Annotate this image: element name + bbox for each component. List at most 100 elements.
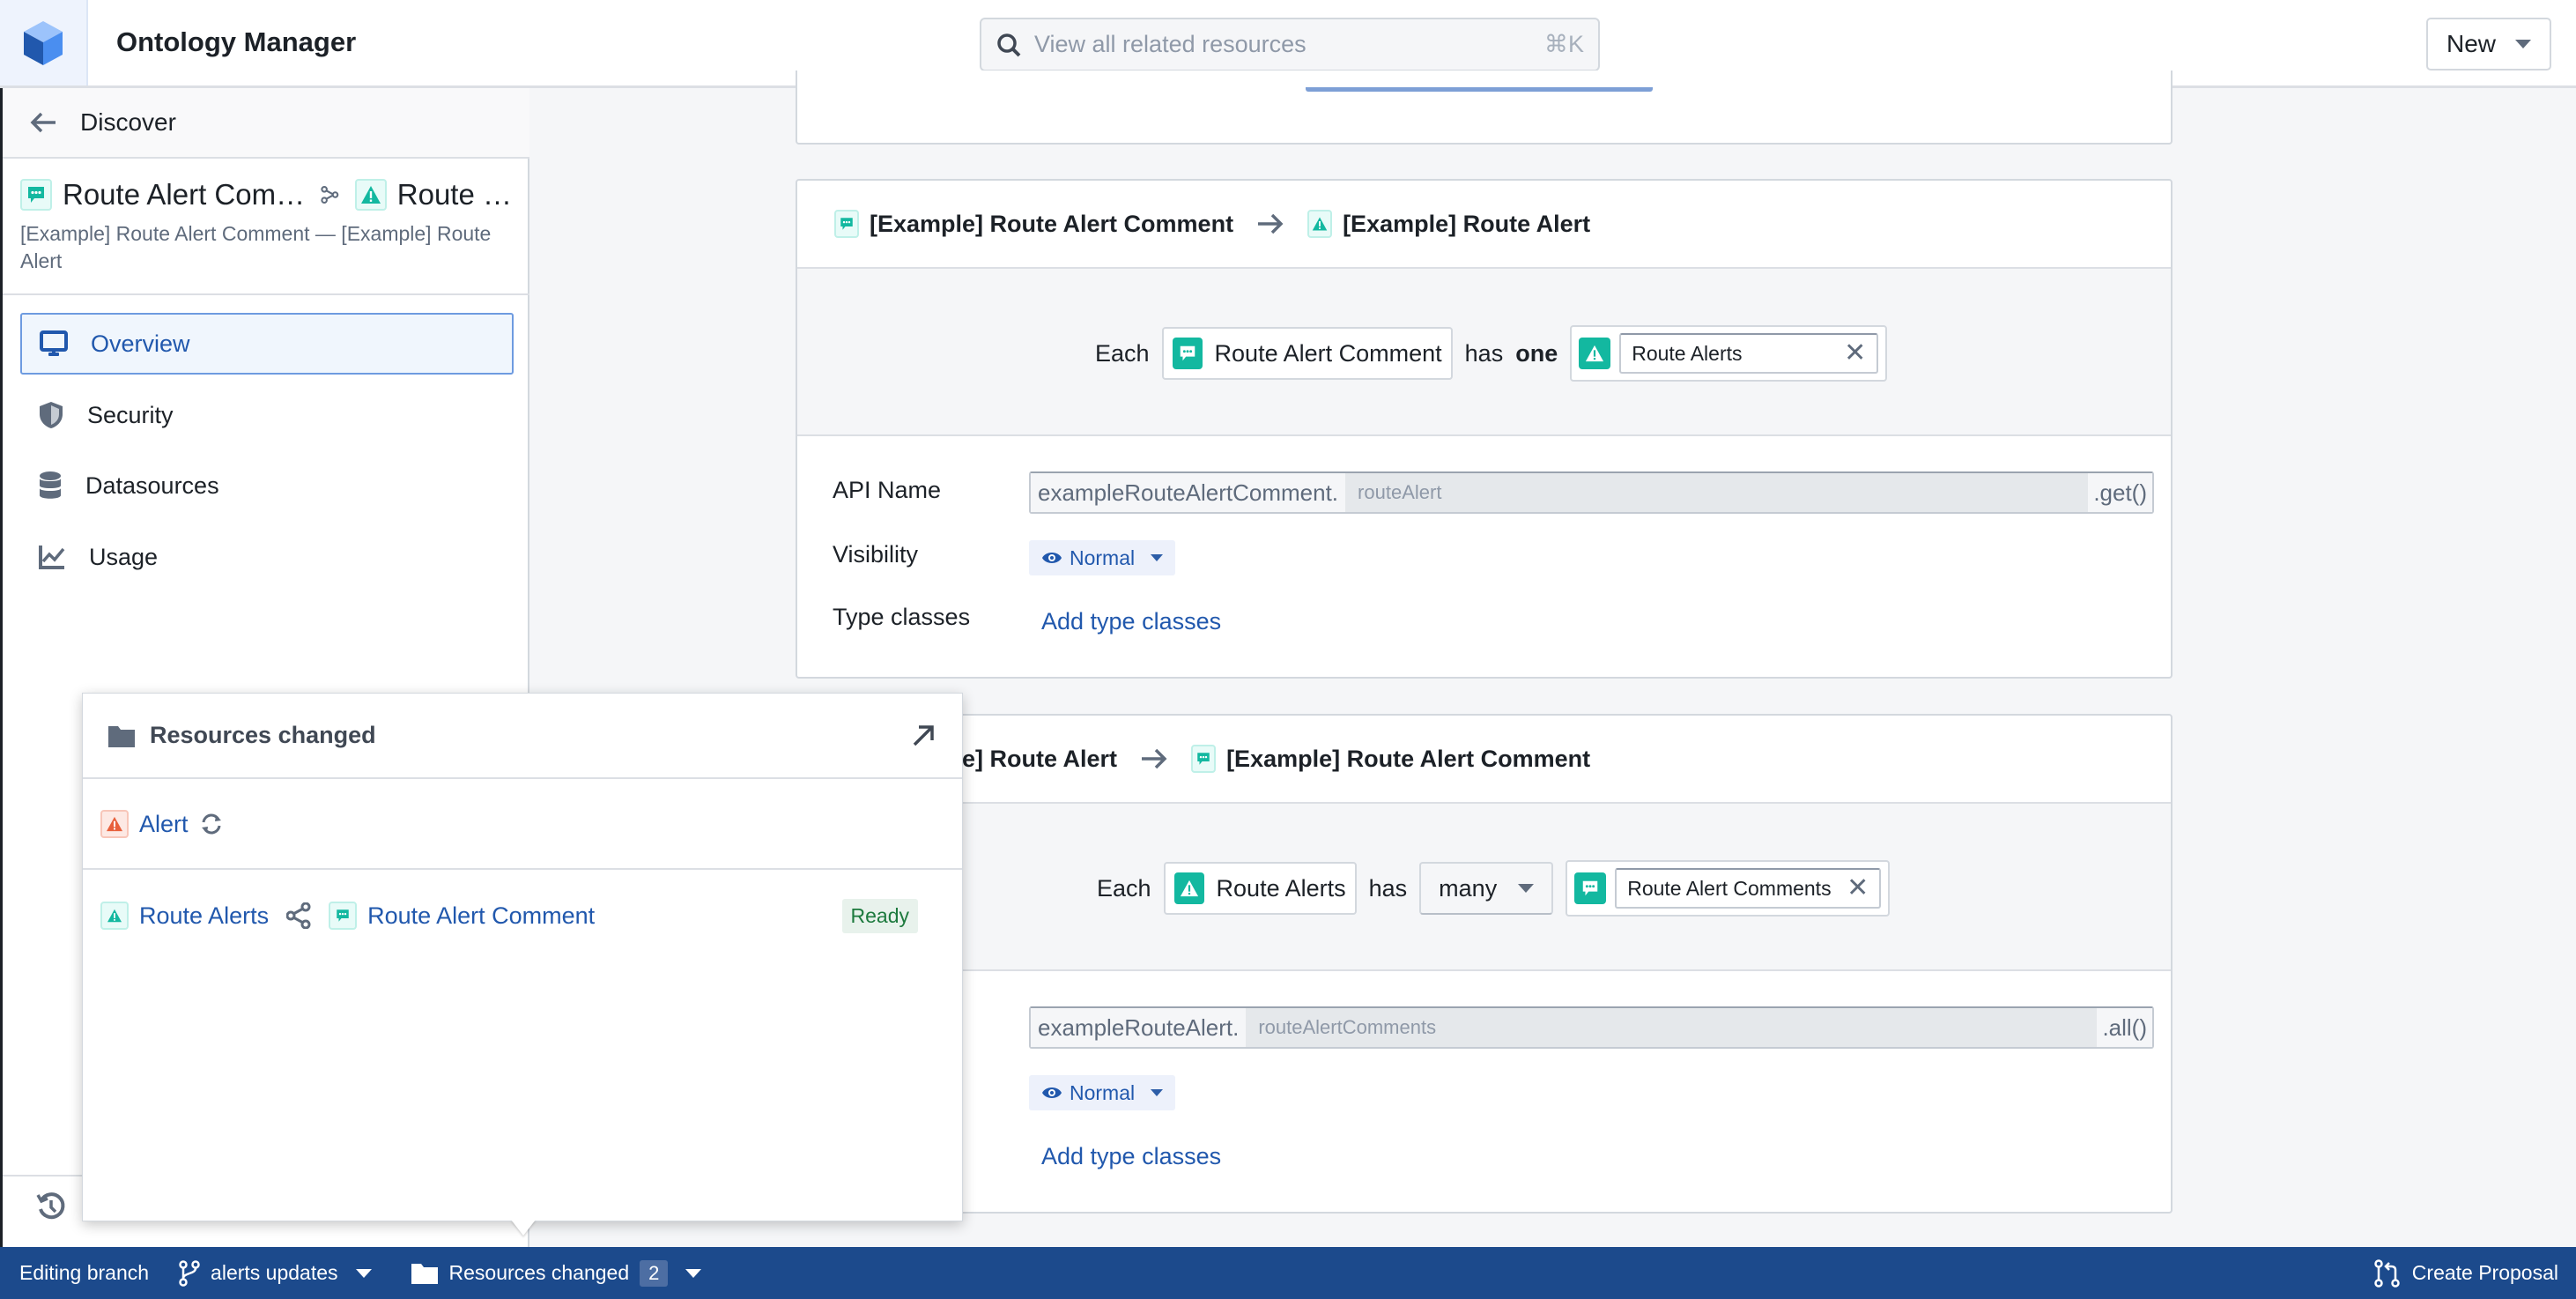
cardinality-value: one [1515,339,1558,367]
open-external-icon[interactable] [911,724,936,748]
search-placeholder: View all related resources [1034,31,1307,57]
card-target-title: [Example] Route Alert Comment [1226,745,1591,772]
branch-status-bar: Editing branch alerts updates Resources … [0,1247,2576,1299]
visibility-dropdown[interactable]: Normal [1029,1075,1176,1110]
card-source-title: [Example] Route Alert Comment [870,210,1234,237]
branch-selector[interactable]: alerts updates [179,1259,372,1287]
resource-right-label: Route Alert Comment [367,902,596,929]
api-name-suffix: .all() [2097,1008,2152,1047]
share-link-icon [286,902,311,929]
resource-item-alert[interactable]: Alert [83,780,962,870]
history-icon [36,1192,65,1220]
cardinality-editor: Each Route Alerts has many Route Alert C… [797,804,2171,971]
link-subtitle: [Example] Route Alert Comment — [Example… [20,222,492,272]
create-proposal-button[interactable]: Create Proposal [2373,1258,2558,1288]
target-object-selector[interactable]: Route Alert Comments ✕ [1566,860,1891,917]
monitor-icon [40,330,68,356]
visibility-value: Normal [1070,1080,1136,1104]
visibility-dropdown[interactable]: Normal [1029,540,1176,575]
api-name-input[interactable]: exampleRouteAlert. routeAlertComments .a… [1029,1006,2154,1049]
resource-left-label: Route Alerts [139,902,270,929]
back-to-discover[interactable]: Discover [3,88,529,159]
target-object-input[interactable]: Route Alerts ✕ [1619,333,1879,374]
search-icon [997,33,1021,56]
previous-card-input-edge [1306,87,1653,92]
search-shortcut: ⌘K [1543,31,1584,57]
popover-title: Resources changed [150,722,376,748]
eye-icon [1042,1087,1062,1098]
comment-object-icon [834,210,859,238]
app-title: Ontology Manager [116,26,357,57]
add-type-classes-link[interactable]: Add type classes [1041,608,1221,635]
target-object-value: Route Alerts [1632,341,1743,365]
discover-label: Discover [80,108,176,136]
api-name-input[interactable]: exampleRouteAlertComment. routeAlert .ge… [1029,471,2154,514]
history-button[interactable] [36,1191,66,1226]
sidebar-item-overview[interactable]: Overview [20,313,514,375]
clear-icon[interactable]: ✕ [1844,340,1866,367]
shield-icon [40,402,63,428]
resources-count-badge: 2 [640,1259,669,1287]
source-object-chip: Route Alerts [1163,862,1357,915]
comment-object-icon [329,902,358,930]
comment-object-icon [1574,872,1607,904]
comment-object-icon [1191,745,1217,773]
overview-label: Overview [91,330,190,357]
usage-label: Usage [89,543,159,570]
arrow-right-icon [1258,213,1284,234]
each-label: Each [1097,874,1151,902]
type-classes-label: Type classes [833,604,971,630]
target-object-value: Route Alert Comments [1627,876,1832,900]
cardinality-select[interactable]: many [1419,862,1554,915]
link-card-reverse: [Example] Route Alert [Example] Route Al… [796,714,2173,1214]
caret-down-icon [2515,40,2531,48]
sync-icon [201,813,221,835]
sidebar-item-usage[interactable]: Usage [20,526,514,588]
api-name-prefix: exampleRouteAlertComment. [1031,473,1346,512]
link-title-left: Route Alert Com… [63,178,306,211]
search-input[interactable]: View all related resources ⌘K [980,18,1600,71]
api-name-field[interactable]: routeAlert [1345,473,2089,512]
alert-icon [100,810,129,838]
comment-object-icon [20,179,52,211]
sidebar-item-security[interactable]: Security [20,384,514,446]
source-object-name: Route Alerts [1216,874,1346,902]
caret-down-icon [685,1268,702,1278]
caret-down-icon [355,1268,372,1278]
source-object-chip: Route Alert Comment [1161,327,1453,380]
visibility-label: Visibility [833,541,919,568]
resources-changed-button[interactable]: Resources changed 2 [411,1259,702,1287]
add-type-classes-link[interactable]: Add type classes [1041,1143,1221,1170]
database-icon [40,471,61,499]
cardinality-value: many [1439,874,1498,902]
eye-icon [1042,553,1062,563]
api-name-field[interactable]: routeAlertComments [1246,1008,2098,1047]
link-card-forward: [Example] Route Alert Comment [Example] … [796,179,2173,679]
api-name-prefix: exampleRouteAlert. [1031,1008,1247,1047]
resource-item-link[interactable]: Route Alerts Route Alert Comment Ready [83,872,962,960]
api-name-suffix: .get() [2088,473,2152,512]
comment-object-icon [1172,338,1203,369]
clear-icon[interactable]: ✕ [1847,875,1869,902]
target-object-selector[interactable]: Route Alerts ✕ [1570,325,1888,382]
arrow-left-icon [30,112,56,133]
alert-object-icon [354,179,387,211]
folder-icon [108,725,135,747]
datasources-label: Datasources [85,471,219,499]
sidebar-item-datasources[interactable]: Datasources [20,455,514,516]
popover-arrow [511,1220,536,1236]
folder-icon [411,1263,438,1284]
link-type-title: Route Alert Com… Route … [Example] Route… [3,159,529,295]
editing-branch-label: Editing branch [19,1261,150,1284]
app-logo[interactable] [0,0,88,85]
caret-down-icon [1518,884,1535,893]
resources-changed-popover: Resources changed Alert Route Alerts Rou… [82,693,963,1221]
target-object-input[interactable]: Route Alert Comments ✕ [1615,868,1882,909]
new-button[interactable]: New [2426,18,2551,71]
arrow-right-icon [1142,748,1167,769]
alert-object-icon [1307,210,1333,238]
security-label: Security [87,401,174,428]
branch-name: alerts updates [211,1261,338,1284]
source-object-name: Route Alert Comment [1214,339,1442,367]
new-button-label: New [2446,30,2496,57]
